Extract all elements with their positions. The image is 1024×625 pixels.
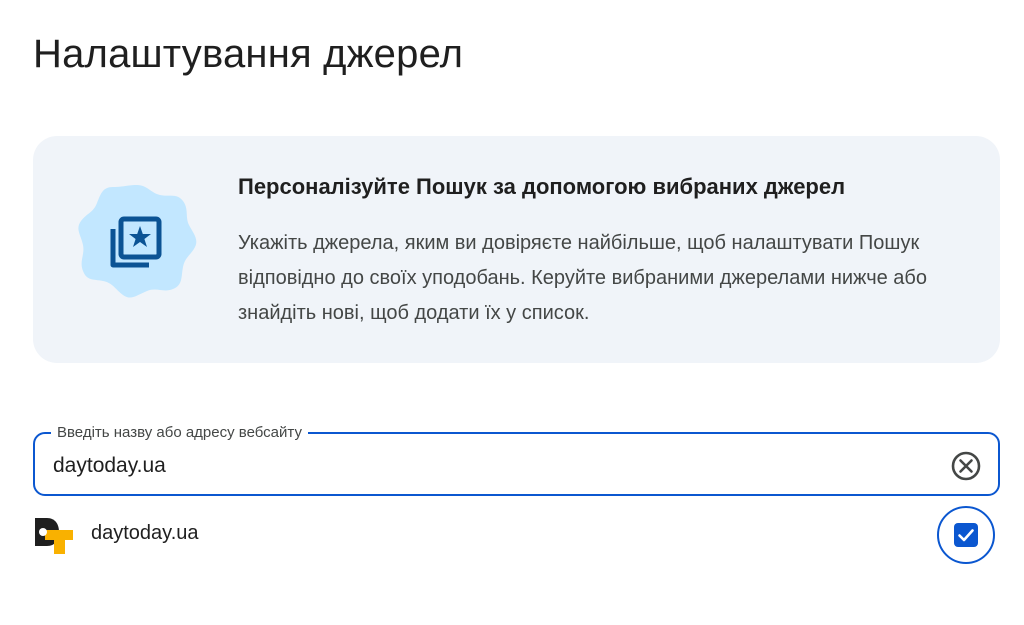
daytoday-logo-icon: [33, 514, 75, 556]
search-input[interactable]: daytoday.ua: [53, 454, 166, 478]
clear-circle-icon[interactable]: [950, 450, 982, 482]
info-card: Персоналізуйте Пошук за допомогою вибран…: [33, 136, 1000, 363]
card-description: Укажіть джерела, яким ви довіряєте найбі…: [238, 232, 927, 324]
starred-photo-library-icon: [77, 181, 197, 301]
select-checkbox[interactable]: [937, 506, 995, 564]
site-search-field[interactable]: Введіть назву або адресу вебсайту daytod…: [33, 424, 1000, 496]
card-heading: Персоналізуйте Пошук за допомогою вибран…: [238, 174, 846, 199]
result-row[interactable]: daytoday.ua: [33, 506, 1000, 564]
search-field-label: Введіть назву або адресу вебсайту: [51, 424, 308, 442]
page-title: Налаштування джерел: [33, 32, 464, 76]
result-site-name: daytoday.ua: [91, 522, 199, 544]
checkbox-checked-icon: [954, 523, 978, 547]
page: Налаштування джерел Персоналізуйте Пошук…: [0, 0, 1024, 625]
